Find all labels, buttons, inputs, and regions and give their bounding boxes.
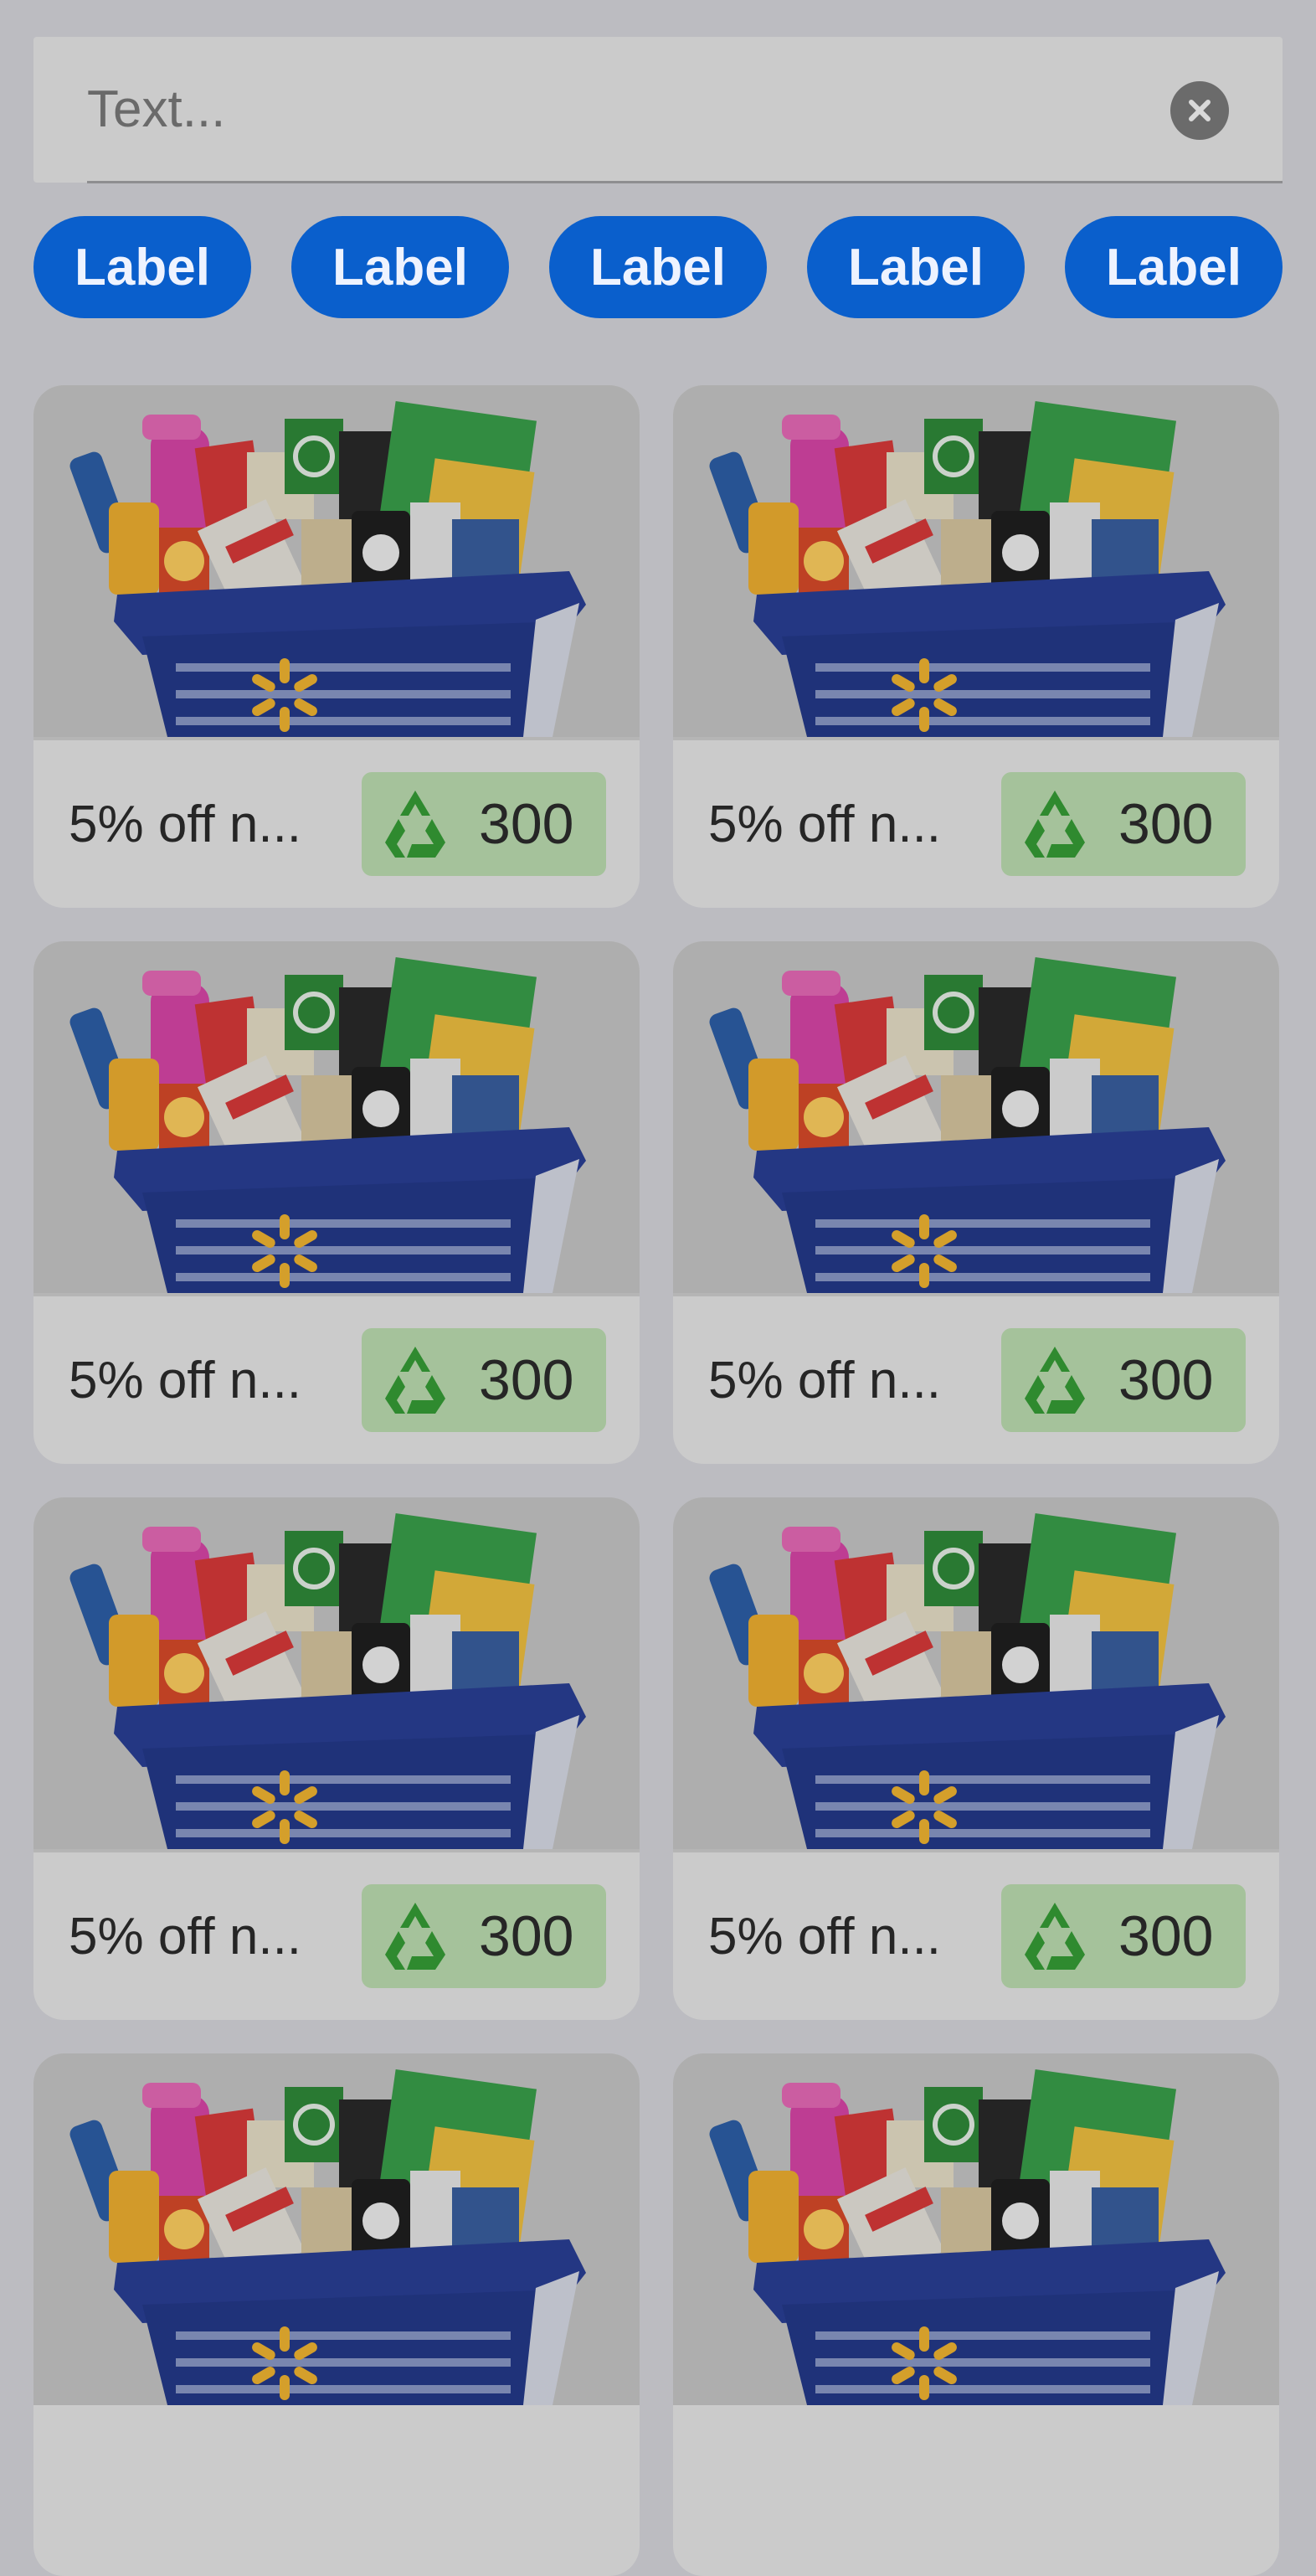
filter-chips: Label Label Label Label Label — [33, 216, 1283, 318]
card-footer: 5% off n... 300 — [673, 740, 1279, 908]
points-badge: 300 — [1001, 1328, 1246, 1432]
card-footer: 5% off n... 300 — [673, 1296, 1279, 1464]
offer-title: 5% off n... — [69, 1351, 302, 1409]
offer-grid: 5% off n... 300 5% off n... 300 5% off n… — [33, 385, 1283, 2576]
offer-card[interactable]: 5% off n... 300 — [673, 941, 1279, 1464]
grocery-basket-image — [33, 385, 640, 737]
grocery-basket-image — [673, 941, 1279, 1293]
recycle-icon — [1013, 1338, 1097, 1422]
points-badge: 300 — [362, 772, 606, 876]
search-underline — [87, 181, 1283, 183]
offer-title: 5% off n... — [708, 795, 942, 853]
points-value: 300 — [1118, 792, 1214, 856]
card-footer: 5% off n... 300 — [673, 1852, 1279, 2020]
recycle-icon — [1013, 782, 1097, 866]
offer-card[interactable]: 5% off n... 300 — [33, 941, 640, 1464]
filter-chip[interactable]: Label — [33, 216, 251, 318]
grocery-basket-image — [673, 2053, 1279, 2405]
filter-chip[interactable]: Label — [549, 216, 767, 318]
grocery-basket-image — [673, 385, 1279, 737]
offer-card[interactable] — [33, 2053, 640, 2576]
offer-title: 5% off n... — [708, 1907, 942, 1965]
offer-card[interactable]: 5% off n... 300 — [33, 1497, 640, 2020]
points-value: 300 — [479, 1348, 574, 1412]
points-badge: 300 — [362, 1884, 606, 1988]
filter-chip[interactable]: Label — [1065, 216, 1283, 318]
filter-chip[interactable]: Label — [807, 216, 1025, 318]
grocery-basket-image — [673, 1497, 1279, 1849]
offer-card[interactable]: 5% off n... 300 — [33, 385, 640, 908]
card-footer: 5% off n... 300 — [33, 1296, 640, 1464]
grocery-basket-image — [33, 2053, 640, 2405]
offers-screen: Label Label Label Label Label 5% off n..… — [0, 0, 1316, 2576]
points-badge: 300 — [1001, 772, 1246, 876]
points-badge: 300 — [362, 1328, 606, 1432]
offer-title: 5% off n... — [69, 795, 302, 853]
offer-card[interactable]: 5% off n... 300 — [673, 1497, 1279, 2020]
card-footer: 5% off n... 300 — [33, 740, 640, 908]
offer-card[interactable]: 5% off n... 300 — [673, 385, 1279, 908]
grocery-basket-image — [33, 1497, 640, 1849]
offer-title: 5% off n... — [708, 1351, 942, 1409]
filter-chip[interactable]: Label — [291, 216, 509, 318]
grocery-basket-image — [33, 941, 640, 1293]
offer-title: 5% off n... — [69, 1907, 302, 1965]
recycle-icon — [373, 1338, 457, 1422]
search-input[interactable] — [87, 59, 1092, 159]
offer-card[interactable] — [673, 2053, 1279, 2576]
points-value: 300 — [479, 1904, 574, 1968]
points-value: 300 — [1118, 1904, 1214, 1968]
recycle-icon — [373, 1894, 457, 1978]
points-badge: 300 — [1001, 1884, 1246, 1988]
card-footer: 5% off n... 300 — [33, 1852, 640, 2020]
recycle-icon — [1013, 1894, 1097, 1978]
recycle-icon — [373, 782, 457, 866]
points-value: 300 — [1118, 1348, 1214, 1412]
close-circle-icon[interactable] — [1170, 81, 1229, 140]
points-value: 300 — [479, 792, 574, 856]
